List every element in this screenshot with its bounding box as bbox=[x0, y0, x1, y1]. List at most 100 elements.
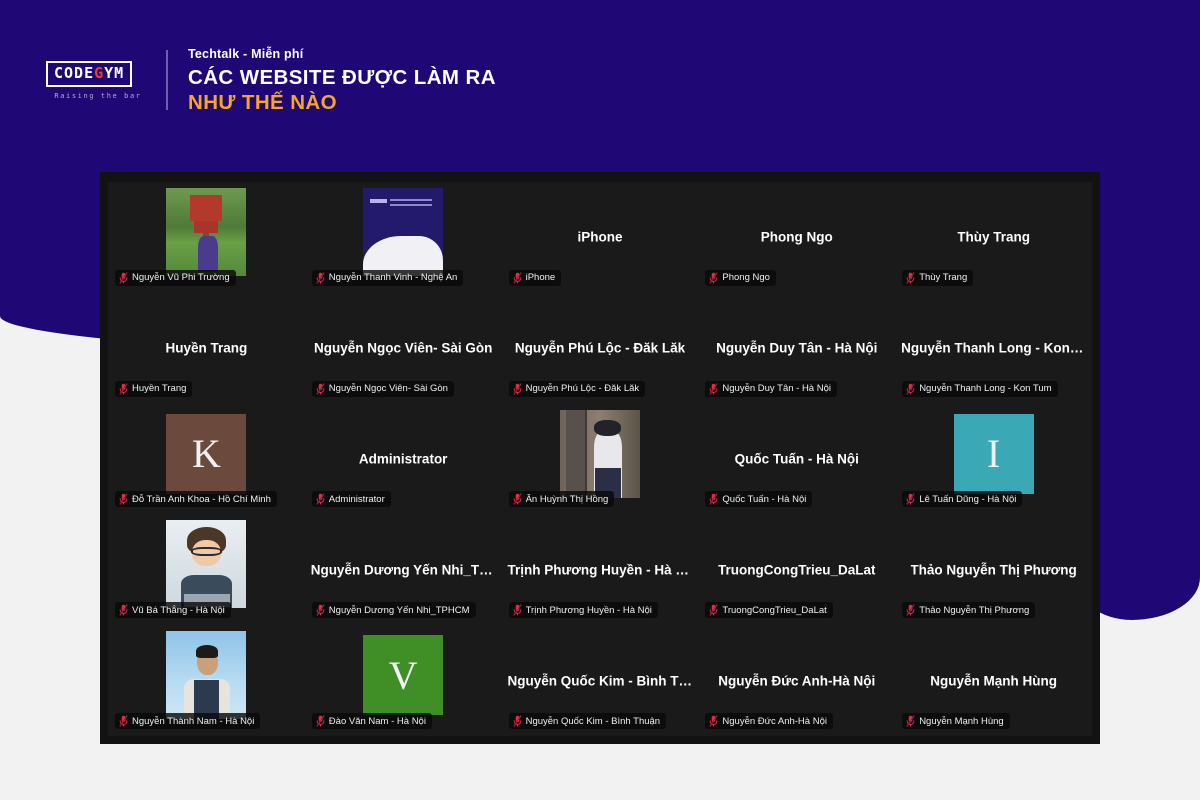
participant-video-feed bbox=[559, 409, 640, 498]
participant-badge-name: Nguyễn Vũ Phi Trường bbox=[132, 272, 230, 284]
participant-badge-name: Administrator bbox=[328, 493, 385, 505]
participant-initial-avatar: V bbox=[363, 635, 444, 716]
participant-tile[interactable]: Thùy Trang Thùy Trang bbox=[895, 182, 1092, 293]
header-title-line1: CÁC WEBSITE ĐƯỢC LÀM RA bbox=[188, 66, 496, 90]
mic-muted-icon bbox=[316, 604, 325, 616]
participant-tile[interactable]: Nguyễn Thanh Long - Kon T... Nguyễn Thanh… bbox=[895, 293, 1092, 404]
page-header: CODEGYM Raising the bar Techtalk - Miễn … bbox=[0, 0, 1200, 160]
participant-name-badge: Đào Văn Nam - Hà Nội bbox=[311, 713, 432, 729]
participant-name-badge: Administrator bbox=[311, 491, 391, 508]
participant-tile[interactable]: K Đỗ Trần Anh Khoa - Hồ Chí Minh bbox=[108, 404, 305, 515]
participant-display-name: Nguyễn Ngọc Viên- Sài Gòn bbox=[314, 340, 493, 356]
participant-display-name: Thảo Nguyễn Thị Phương bbox=[910, 562, 1077, 578]
codegym-logo: CODEGYM Raising the bar bbox=[46, 60, 150, 100]
participant-tile[interactable]: Quốc Tuấn - Hà Nội Quốc Tuấn - Hà Nội bbox=[698, 404, 895, 515]
participant-media bbox=[166, 631, 247, 720]
participant-name-badge: iPhone bbox=[508, 269, 562, 286]
mic-muted-icon bbox=[316, 382, 325, 395]
mic-muted-icon bbox=[119, 272, 128, 284]
participant-badge-name: Ân Huỳnh Thị Hồng bbox=[525, 493, 609, 505]
participant-tile[interactable]: Ân Huỳnh Thị Hồng bbox=[502, 404, 699, 515]
video-subject-hat bbox=[593, 420, 621, 436]
participant-display-name: Nguyễn Quốc Kim - Bình Th... bbox=[507, 673, 693, 689]
video-conference-window: Nguyễn Vũ Phi Trường Nguyễn Thanh Vinh - … bbox=[100, 172, 1100, 744]
participant-tile[interactable]: Vũ Bá Thắng - Hà Nội bbox=[108, 514, 305, 625]
participant-tile[interactable]: Nguyễn Duy Tân - Hà Nội Nguyễn Duy Tân - … bbox=[698, 293, 895, 404]
participant-screenshare-feed bbox=[363, 188, 444, 276]
mic-muted-icon bbox=[119, 493, 128, 506]
participant-tile[interactable]: Nguyễn Dương Yến Nhi_TP... Nguyễn Dương Y… bbox=[305, 514, 502, 625]
participant-display-name: Phong Ngo bbox=[760, 229, 833, 245]
participant-tile[interactable]: Thảo Nguyễn Thị Phương Thảo Nguyễn Thị Ph… bbox=[895, 514, 1092, 625]
participant-name-badge: Quốc Tuấn - Hà Nội bbox=[705, 491, 813, 508]
participant-badge-name: Vũ Bá Thắng - Hà Nội bbox=[132, 604, 225, 616]
slide-line bbox=[390, 198, 432, 202]
mic-muted-icon bbox=[119, 382, 128, 395]
participant-badge-name: Nguyễn Ngọc Viên- Sài Gòn bbox=[328, 383, 448, 395]
participant-name-badge: Nguyễn Ngọc Viên- Sài Gòn bbox=[311, 380, 454, 397]
logo-word-accent: G bbox=[94, 63, 105, 82]
participant-badge-name: Trịnh Phương Huyền - Hà Nội bbox=[525, 604, 652, 616]
participant-tile[interactable]: Nguyễn Đức Anh-Hà Nội Nguyễn Đức Anh-Hà N… bbox=[698, 625, 895, 736]
participant-display-name: Nguyễn Đức Anh-Hà Nội bbox=[718, 673, 876, 689]
logo-wordmark: CODEGYM bbox=[54, 63, 124, 82]
participant-badge-name: Nguyễn Mạnh Hùng bbox=[919, 715, 1004, 727]
participant-display-name: Quốc Tuấn - Hà Nội bbox=[734, 451, 859, 467]
mic-muted-icon bbox=[512, 604, 522, 616]
participant-video-feed bbox=[166, 188, 247, 276]
participant-tile[interactable]: Nguyễn Mạnh Hùng Nguyễn Mạnh Hùng bbox=[895, 625, 1092, 736]
participant-name-badge: Nguyễn Duy Tân - Hà Nội bbox=[705, 380, 837, 397]
participant-tile[interactable]: Huyền Trang Huyền Trang bbox=[108, 293, 305, 404]
participant-media: V bbox=[363, 635, 444, 716]
participant-tile[interactable]: Nguyễn Phú Lộc - Đăk Lăk Nguyễn Phú Lộc -… bbox=[502, 293, 699, 404]
participant-badge-name: iPhone bbox=[525, 272, 556, 284]
participant-name-badge: Đỗ Trần Anh Khoa - Hồ Chí Minh bbox=[115, 491, 277, 508]
participant-badge-name: Thùy Trang bbox=[919, 272, 968, 284]
participant-tile[interactable]: I Lê Tuấn Dũng - Hà Nội bbox=[895, 404, 1092, 515]
participant-badge-name: Nguyễn Duy Tân - Hà Nội bbox=[722, 383, 831, 395]
participant-badge-name: Nguyễn Thanh Vinh - Nghệ An bbox=[328, 272, 458, 284]
mic-muted-icon bbox=[512, 272, 522, 284]
header-divider bbox=[166, 50, 168, 110]
mic-muted-icon bbox=[512, 715, 522, 727]
participant-name-badge: Trịnh Phương Huyền - Hà Nội bbox=[508, 602, 658, 619]
logo-word-part1: CODE bbox=[54, 63, 95, 82]
participant-name-badge: Lê Tuấn Dũng - Hà Nội bbox=[902, 491, 1023, 508]
mic-muted-icon bbox=[906, 604, 915, 616]
participant-tile[interactable]: Phong Ngo Phong Ngo bbox=[698, 182, 895, 293]
participant-media bbox=[166, 188, 247, 276]
participant-tile[interactable]: iPhone iPhone bbox=[502, 182, 699, 293]
participant-tile[interactable]: Nguyễn Quốc Kim - Bình Th... Nguyễn Quốc … bbox=[502, 625, 699, 736]
participant-display-name: Nguyễn Duy Tân - Hà Nội bbox=[716, 340, 878, 356]
participant-name-badge: TruongCongTrieu_DaLat bbox=[705, 602, 833, 619]
participant-media: K bbox=[166, 413, 247, 494]
mic-muted-icon bbox=[316, 715, 325, 727]
participant-tile[interactable]: Nguyễn Ngọc Viên- Sài Gòn Nguyễn Ngọc Viê… bbox=[305, 293, 502, 404]
participant-tile[interactable]: V Đào Văn Nam - Hà Nội bbox=[305, 625, 502, 736]
participant-name-badge: Vũ Bá Thắng - Hà Nội bbox=[115, 602, 231, 619]
mic-muted-icon bbox=[906, 493, 915, 506]
participant-tile[interactable]: TruongCongTrieu_DaLat TruongCongTrieu_DaL… bbox=[698, 514, 895, 625]
participant-initial-avatar: I bbox=[953, 413, 1034, 494]
participant-badge-name: Nguyễn Thành Nam - Hà Nội bbox=[132, 715, 255, 727]
slide-bar bbox=[369, 198, 388, 203]
participant-display-name: Thùy Trang bbox=[957, 229, 1030, 245]
participant-tile[interactable]: Trịnh Phương Huyền - Hà Nội Trịnh Phương … bbox=[502, 514, 699, 625]
participant-tile[interactable]: Nguyễn Vũ Phi Trường bbox=[108, 182, 305, 293]
participant-video-feed bbox=[166, 631, 247, 720]
participant-badge-name: Nguyễn Đức Anh-Hà Nội bbox=[722, 715, 827, 727]
participant-badge-name: TruongCongTrieu_DaLat bbox=[722, 604, 827, 616]
participant-tile[interactable]: Nguyễn Thanh Vinh - Nghệ An bbox=[305, 182, 502, 293]
mic-muted-icon bbox=[512, 493, 522, 506]
header-eyebrow: Techtalk - Miễn phí bbox=[188, 47, 304, 62]
participant-name-badge: Nguyễn Thanh Vinh - Nghệ An bbox=[311, 269, 464, 286]
participant-name-badge: Nguyễn Phú Lộc - Đăk Lăk bbox=[508, 380, 646, 397]
participant-media: I bbox=[953, 413, 1034, 494]
mic-muted-icon bbox=[906, 382, 915, 395]
participant-tile[interactable]: Nguyễn Thành Nam - Hà Nội bbox=[108, 625, 305, 736]
participant-display-name: Nguyễn Thanh Long - Kon T... bbox=[901, 340, 1087, 356]
participant-tile[interactable]: Administrator Administrator bbox=[305, 404, 502, 515]
participant-badge-name: Huyền Trang bbox=[132, 383, 187, 395]
participant-name-badge: Nguyễn Thành Nam - Hà Nội bbox=[115, 713, 261, 729]
mic-muted-icon bbox=[709, 715, 718, 727]
